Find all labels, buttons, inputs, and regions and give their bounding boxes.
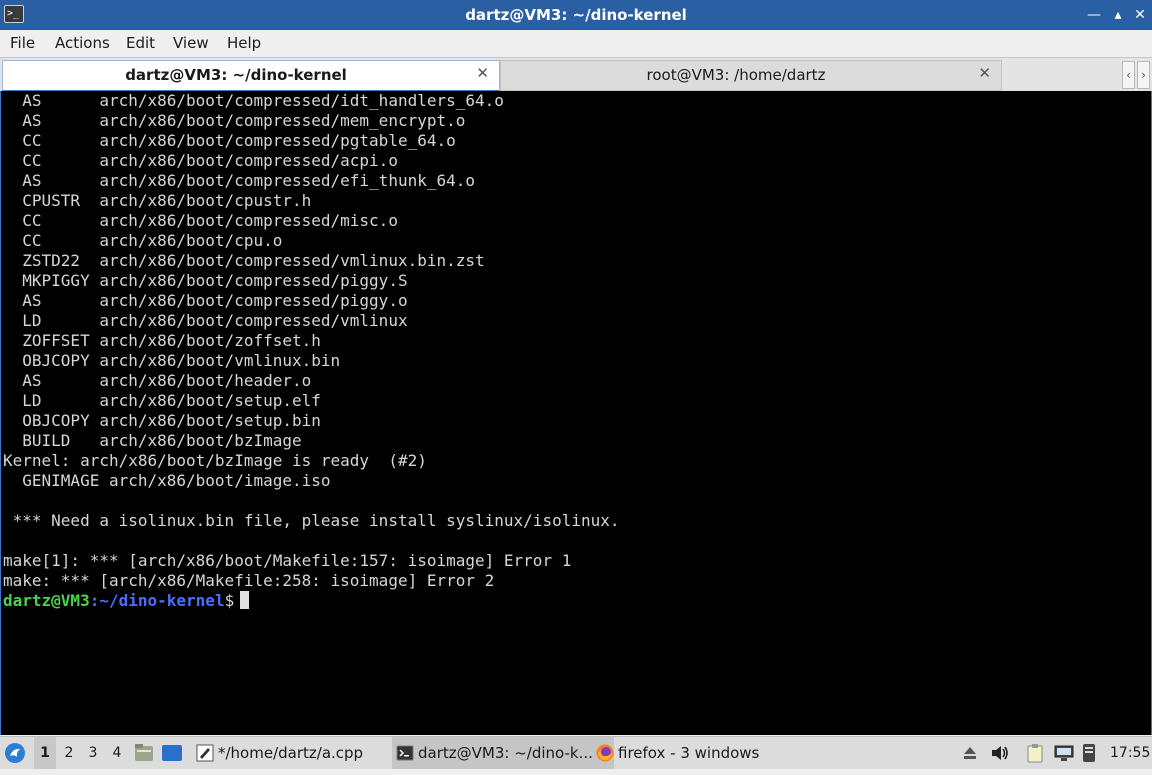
- close-tab-icon[interactable]: ✕: [978, 64, 991, 82]
- tab-scroll-left-icon[interactable]: ‹: [1122, 61, 1135, 89]
- window-title: dartz@VM3: ~/dino-kernel: [465, 6, 687, 24]
- tab-scroll-right-icon[interactable]: ›: [1137, 61, 1150, 89]
- prompt-path: ~/dino-kernel: [99, 591, 225, 610]
- file-manager-icon[interactable]: [134, 737, 156, 769]
- terminal-line: AS arch/x86/boot/compressed/piggy.o: [3, 291, 408, 310]
- terminal-line: CPUSTR arch/x86/boot/cpustr.h: [3, 191, 312, 210]
- terminal-line: CC arch/x86/boot/compressed/misc.o: [3, 211, 398, 230]
- task-terminal[interactable]: dartz@VM3: ~/dino-k...: [392, 737, 614, 769]
- terminal-line: OBJCOPY arch/x86/boot/setup.bin: [3, 411, 321, 430]
- tab-label: dartz@VM3: ~/dino-kernel: [125, 66, 347, 84]
- task-label: dartz@VM3: ~/dino-k...: [418, 744, 593, 762]
- terminal-line: OBJCOPY arch/x86/boot/vmlinux.bin: [3, 351, 341, 370]
- terminal-line: *** Need a isolinux.bin file, please ins…: [3, 511, 620, 530]
- terminal-line: BUILD arch/x86/boot/bzImage: [3, 431, 302, 450]
- task-label: firefox - 3 windows: [618, 744, 760, 762]
- maximize-button[interactable]: ▴: [1108, 5, 1128, 25]
- window-titlebar[interactable]: >_ dartz@VM3: ~/dino-kernel — ▴ ✕: [0, 0, 1152, 30]
- workspace-1[interactable]: 1: [34, 737, 56, 769]
- terminal-line: MKPIGGY arch/x86/boot/compressed/piggy.S: [3, 271, 408, 290]
- terminal-view[interactable]: AS arch/x86/boot/compressed/idt_handlers…: [0, 91, 1152, 735]
- terminal-line: ZSTD22 arch/x86/boot/compressed/vmlinux.…: [3, 251, 485, 270]
- tab-bar: dartz@VM3: ~/dino-kernel ✕ root@VM3: /ho…: [0, 57, 1152, 92]
- terminal-line: Kernel: arch/x86/boot/bzImage is ready (…: [3, 451, 427, 470]
- terminal-line: make: *** [arch/x86/Makefile:258: isoima…: [3, 571, 495, 590]
- text-cursor: [240, 591, 250, 609]
- network-icon[interactable]: [1054, 737, 1076, 769]
- menu-actions[interactable]: Actions: [55, 34, 110, 52]
- tab-label: root@VM3: /home/dartz: [646, 66, 826, 84]
- show-desktop-icon[interactable]: [162, 737, 184, 769]
- prompt-user-host: dartz@VM3: [3, 591, 90, 610]
- workspace-3[interactable]: 3: [82, 737, 104, 769]
- terminal-line: LD arch/x86/boot/compressed/vmlinux: [3, 311, 408, 330]
- prompt-separator: :: [89, 591, 100, 610]
- close-tab-icon[interactable]: ✕: [476, 64, 489, 82]
- terminal-line: AS arch/x86/boot/compressed/idt_handlers…: [3, 91, 504, 110]
- terminal-line: ZOFFSET arch/x86/boot/zoffset.h: [3, 331, 321, 350]
- tab-dartz-dino-kernel[interactable]: dartz@VM3: ~/dino-kernel ✕: [2, 60, 500, 92]
- firefox-icon: [596, 744, 614, 762]
- minimize-button[interactable]: —: [1084, 5, 1104, 25]
- prompt-symbol: $: [224, 591, 235, 610]
- taskbar: 1 2 3 4 */home/dartz/a.cpp dartz@VM3: ~/…: [0, 736, 1152, 769]
- volume-icon[interactable]: [990, 737, 1010, 769]
- menu-help[interactable]: Help: [227, 34, 261, 52]
- terminal-line: LD arch/x86/boot/setup.elf: [3, 391, 321, 410]
- terminal-prompt[interactable]: dartz@VM3:~/dino-kernel$: [3, 591, 620, 611]
- terminal-line: GENIMAGE arch/x86/boot/image.iso: [3, 471, 331, 490]
- terminal-line: CC arch/x86/boot/cpu.o: [3, 231, 283, 250]
- menu-file[interactable]: File: [10, 34, 35, 52]
- workspace-2[interactable]: 2: [58, 737, 80, 769]
- terminal-line: AS arch/x86/boot/compressed/mem_encrypt.…: [3, 111, 466, 130]
- clipboard-icon[interactable]: [1026, 737, 1048, 769]
- task-label: */home/dartz/a.cpp: [218, 744, 364, 762]
- tab-root-home-dartz[interactable]: root@VM3: /home/dartz ✕: [500, 60, 1002, 91]
- menu-edit[interactable]: Edit: [126, 34, 155, 52]
- clock[interactable]: 17:55: [1110, 737, 1150, 769]
- workspace-4[interactable]: 4: [106, 737, 128, 769]
- lxqt-menu-icon[interactable]: [4, 737, 30, 769]
- terminal-line: AS arch/x86/boot/header.o: [3, 371, 312, 390]
- menu-bar: File Actions Edit View Help: [0, 30, 1152, 57]
- eject-icon[interactable]: [962, 737, 980, 769]
- text-editor-icon: [196, 744, 214, 762]
- close-button[interactable]: ✕: [1130, 5, 1150, 25]
- task-firefox[interactable]: firefox - 3 windows: [592, 737, 798, 769]
- terminal-line: AS arch/x86/boot/compressed/efi_thunk_64…: [3, 171, 476, 190]
- menu-view[interactable]: View: [173, 34, 209, 52]
- terminal-line: CC arch/x86/boot/compressed/pgtable_64.o: [3, 131, 456, 150]
- terminal-output: AS arch/x86/boot/compressed/idt_handlers…: [3, 91, 620, 611]
- terminal-line: make[1]: *** [arch/x86/boot/Makefile:157…: [3, 551, 572, 570]
- terminal-icon: [396, 745, 414, 761]
- task-text-editor[interactable]: */home/dartz/a.cpp: [192, 737, 414, 769]
- keyboard-icon[interactable]: [1082, 737, 1102, 769]
- terminal-line: CC arch/x86/boot/compressed/acpi.o: [3, 151, 398, 170]
